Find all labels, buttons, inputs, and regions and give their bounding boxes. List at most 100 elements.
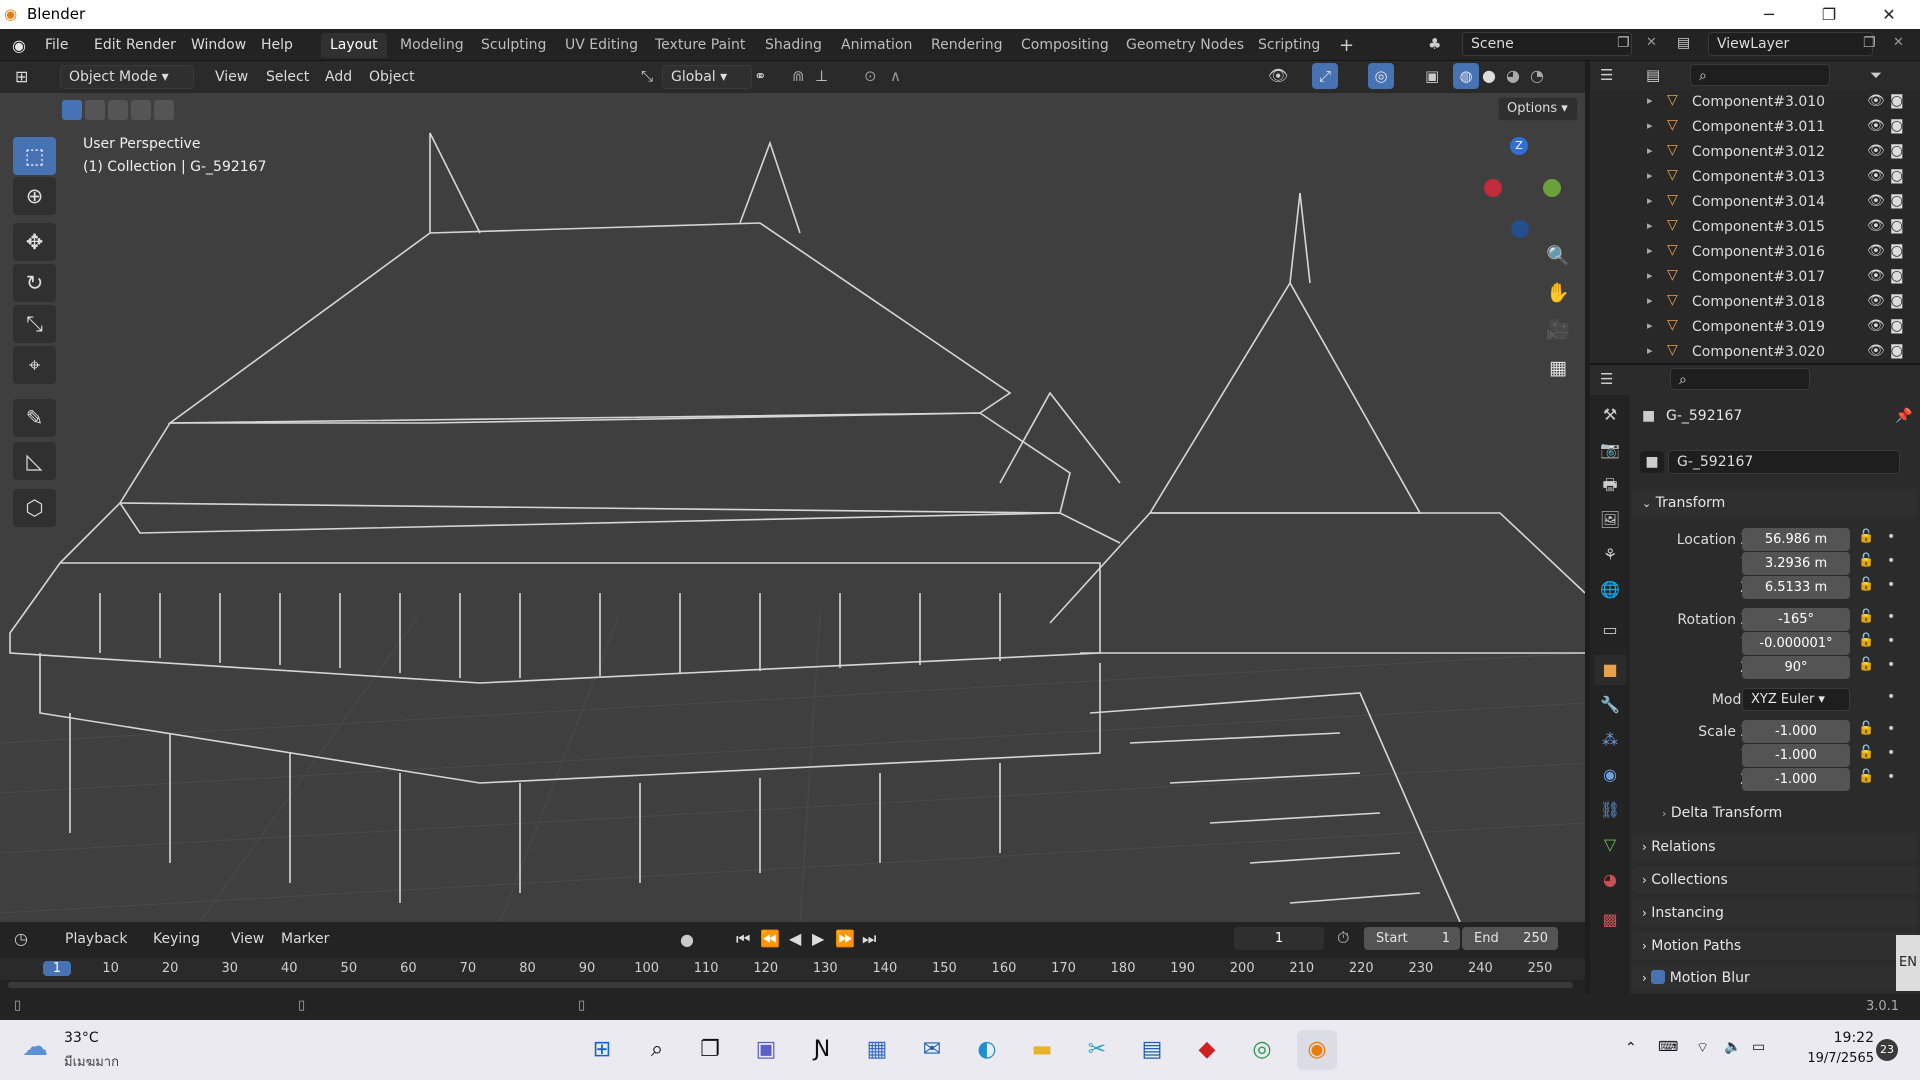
select-mode-extend-icon[interactable] [85,100,105,120]
keyframe-dot-icon[interactable]: • [1887,657,1895,673]
expand-icon[interactable]: ▸ [1647,294,1653,307]
render-camera-icon[interactable]: ◙ [1890,318,1904,334]
blender-taskbar-icon[interactable]: ◉ [1297,1030,1337,1070]
next-keyframe-icon[interactable]: ⏩ [835,929,855,948]
visibility-eye-icon[interactable]: 👁 [1867,193,1885,209]
render-camera-icon[interactable]: ◙ [1890,93,1904,109]
tab-rendering[interactable]: Rendering [922,33,1012,58]
rotate-tool[interactable]: ↻ [13,264,56,302]
select-mode-subtract-icon[interactable] [108,100,128,120]
collections-panel-header[interactable]: › Collections [1632,866,1917,894]
notification-badge[interactable]: 23 [1876,1039,1898,1061]
physics-tab-icon[interactable]: ◉ [1594,760,1626,790]
timeline-ruler[interactable]: 1 10 20 30 40 50 60 70 80 90 100 110 120 130 140 150 160… [0,958,1585,980]
constraints-tab-icon[interactable]: ⛓ [1594,795,1626,825]
tab-geometry-nodes[interactable]: Geometry Nodes [1117,33,1253,58]
data-tab-icon[interactable]: ▽ [1594,830,1626,860]
jump-start-icon[interactable]: ⏮ [736,929,750,949]
clock-time[interactable]: 19:22 [1810,1030,1874,1046]
scale-x-field[interactable]: -1.000 [1742,720,1850,743]
expand-icon[interactable]: ▸ [1647,119,1653,132]
xray-icon[interactable]: ▣ [1425,67,1439,85]
add-cube-tool[interactable]: ⬡ [13,489,56,527]
outliner-row[interactable]: ▸ ▽ Component#3.011 👁 ◙ [1590,116,1920,141]
delta-transform-subpanel[interactable]: › Delta Transform [1662,802,1782,824]
scene-tab-icon[interactable]: ⚘ [1594,540,1626,570]
snap-icon[interactable]: ⋒ [792,67,805,85]
expand-icon[interactable]: ▸ [1647,319,1653,332]
pin-icon[interactable]: 📌 [1895,408,1912,424]
lock-icon[interactable]: 🔓 [1858,577,1874,592]
outliner-row[interactable]: ▸ ▽ Component#3.019 👁 ◙ [1590,316,1920,341]
3d-viewport[interactable]: ⬚ ⊕ ✥ ↻ ⤡ ⌖ ✎ ◺ ⬡ User Perspective (1) C… [0,93,1585,922]
outliner-row[interactable]: ▸ ▽ Component#3.017 👁 ◙ [1590,266,1920,291]
wifi-icon[interactable]: ⌔ [1696,1039,1709,1057]
play-reverse-icon[interactable]: ◀ [789,929,801,948]
solid-shading-icon[interactable]: ● [1482,66,1496,85]
tab-modeling[interactable]: Modeling [391,33,473,58]
menu-keying[interactable]: Keying [146,928,207,950]
close-button[interactable]: ✕ [1866,0,1912,29]
camera-view-icon[interactable]: 🎥 [1541,313,1575,347]
menu-select[interactable]: Select [259,66,316,88]
motion-paths-panel-header[interactable]: › Motion Paths [1632,932,1917,960]
tab-shading[interactable]: Shading [756,33,831,58]
calculator-icon[interactable]: ▦ [857,1030,897,1070]
start-icon[interactable]: ⊞ [582,1030,622,1070]
tab-layout[interactable]: Layout [321,33,387,58]
lock-icon[interactable]: 🔓 [1858,745,1874,760]
teams-chat-icon[interactable]: ▣ [746,1030,786,1070]
keyframe-dot-icon[interactable]: • [1887,529,1895,545]
current-frame-field[interactable]: 1 [1234,927,1324,950]
scene-field[interactable]: Scene [1462,32,1632,56]
texture-tab-icon[interactable]: ▩ [1594,905,1626,935]
outliner-row[interactable]: ▸ ▽ Component#3.018 👁 ◙ [1590,291,1920,316]
stopwatch-icon[interactable]: ⏱ [1337,928,1349,948]
orientation-icon[interactable]: ⤡ [641,67,653,85]
keyboard-icon[interactable]: ⌨ [1658,1039,1678,1055]
orientation-dropdown[interactable]: Global ▾ [662,65,752,89]
snipping-tool-icon[interactable]: ✂ [1077,1030,1117,1070]
visibility-eye-icon[interactable]: 👁 [1867,143,1885,159]
weather-cloud-icon[interactable]: ☁ [22,1032,48,1062]
tab-uv-editing[interactable]: UV Editing [556,33,647,58]
minimize-button[interactable]: ─ [1746,0,1792,29]
visibility-eye-icon[interactable]: 👁 [1867,218,1885,234]
gizmo-neg-z-axis[interactable] [1511,220,1529,238]
gizmo-y-axis[interactable] [1543,179,1561,197]
visibility-eye-icon[interactable]: 👁 [1867,93,1885,109]
expand-icon[interactable]: ▸ [1647,344,1653,357]
lock-icon[interactable]: 🔓 [1858,529,1874,544]
rotation-x-field[interactable]: -165° [1742,608,1850,631]
end-frame-field[interactable]: End 250 [1462,927,1558,950]
particles-tab-icon[interactable]: ⁂ [1594,725,1626,755]
keyframe-dot-icon[interactable]: • [1887,553,1895,569]
options-dropdown[interactable]: Options ▾ [1498,97,1578,121]
menu-help[interactable]: Help [254,34,300,56]
search-icon[interactable]: ⌕ [637,1030,677,1070]
lock-icon[interactable]: 🔓 [1858,769,1874,784]
keyframe-dot-icon[interactable]: • [1887,609,1895,625]
visibility-eye-icon[interactable]: 👁 [1867,318,1885,334]
remove-scene-icon[interactable]: ✕ [1646,35,1657,50]
measure-tool[interactable]: ◺ [13,442,56,480]
menu-window[interactable]: Window [184,34,253,56]
add-workspace-button[interactable]: + [1330,33,1363,58]
location-y-field[interactable]: 3.2936 m [1742,552,1850,575]
render-camera-icon[interactable]: ◙ [1890,293,1904,309]
snap-target-icon[interactable]: ⊥ [815,67,828,85]
keyframe-dot-icon[interactable]: • [1887,769,1895,785]
menu-object[interactable]: Object [362,66,422,88]
relations-panel-header[interactable]: › Relations [1632,833,1917,861]
tab-scripting[interactable]: Scripting [1249,33,1329,58]
outliner-row[interactable]: ▸ ▽ Component#3.014 👁 ◙ [1590,191,1920,216]
render-tab-icon[interactable]: 📷 [1594,435,1626,465]
filter-icon[interactable]: ⏷ [1870,66,1882,84]
overlay-toggle-icon[interactable]: ◎ [1368,63,1394,89]
maximize-button[interactable]: ❐ [1806,0,1852,29]
gizmo-toggle-icon[interactable]: ⤢ [1312,63,1338,89]
outliner-row[interactable]: ▸ ▽ Component#3.015 👁 ◙ [1590,216,1920,241]
instancing-panel-header[interactable]: › Instancing [1632,899,1917,927]
mail-icon[interactable]: ✉ [912,1030,952,1070]
lock-icon[interactable]: 🔓 [1858,657,1874,672]
